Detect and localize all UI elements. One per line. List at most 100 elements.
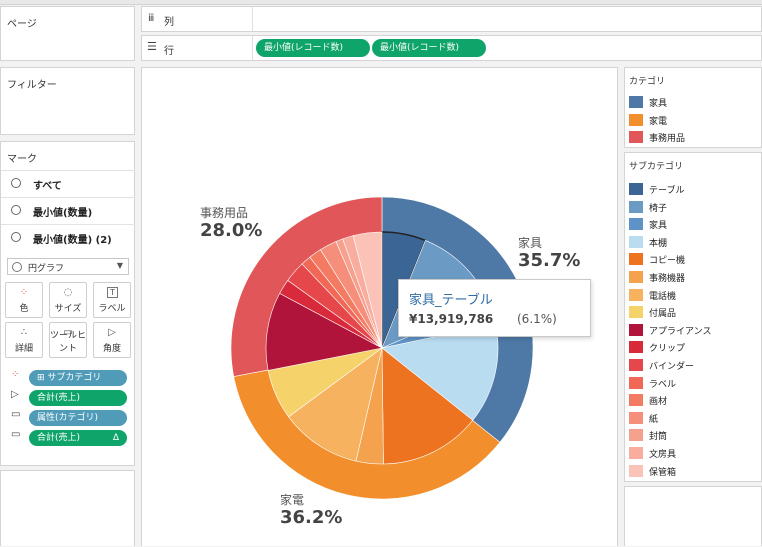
tooltip-value: ¥13,919,786 bbox=[409, 312, 494, 326]
label-button[interactable]: T ラベル bbox=[93, 282, 131, 318]
legend-swatch bbox=[629, 359, 643, 371]
legend-label: 本棚 bbox=[649, 238, 668, 249]
detail-button-label: 詳細 bbox=[14, 344, 33, 354]
color-button[interactable]: ⁘ 色 bbox=[5, 282, 43, 318]
legend-label: 紙 bbox=[649, 414, 659, 425]
size-button-label: サイズ bbox=[54, 304, 82, 314]
pie-type-icon bbox=[12, 262, 22, 272]
legend-swatch bbox=[629, 235, 643, 248]
rows-icon: ☰ bbox=[147, 40, 157, 53]
legend-label: 封筒 bbox=[649, 432, 668, 443]
category-legend[interactable]: カテゴリ 家具 家電 事務用品 bbox=[624, 67, 762, 148]
label-furniture-pct: 35.7% bbox=[518, 250, 581, 271]
filters-panel[interactable]: フィルター bbox=[0, 67, 135, 135]
marks-layer-min-qty[interactable]: 最小値(数量) bbox=[1, 197, 135, 223]
legend-label: クリップ bbox=[649, 344, 686, 355]
marks-layer-min-qty-2[interactable]: 最小値(数量) (2) bbox=[1, 224, 135, 250]
label-button-label: ラベル bbox=[98, 304, 126, 314]
detail-button[interactable]: ∴ 詳細 bbox=[5, 322, 43, 358]
angle-button-label: 角度 bbox=[102, 344, 121, 354]
legend-swatch bbox=[629, 394, 643, 407]
legend-label: 電話機 bbox=[649, 291, 677, 302]
pages-title: ページ bbox=[7, 19, 37, 30]
size-icon: ◌ bbox=[63, 287, 73, 298]
chart-area: 事務用品 28.0% 家具 35.7% 家電 36.2% 家具_テーブル ¥13… bbox=[141, 67, 618, 546]
columns-label: 列 bbox=[164, 17, 174, 28]
left-empty-area bbox=[0, 470, 135, 546]
rows-pill-2[interactable]: 最小値(レコード数) bbox=[372, 39, 486, 57]
angle-button[interactable]: ▷ 角度 bbox=[93, 322, 131, 358]
legend-swatch bbox=[629, 218, 643, 231]
legend-swatch bbox=[629, 200, 643, 213]
delta-icon: Δ bbox=[112, 433, 119, 443]
marks-layer-label: 最小値(数量) bbox=[33, 208, 93, 219]
tooltip: 家具_テーブル ¥13,919,786 (6.1%) bbox=[398, 279, 591, 337]
tooltip-button[interactable]: ▭ ツールヒント bbox=[49, 322, 87, 358]
label-appliance-name: 家電 bbox=[280, 493, 305, 507]
rows-pill-1[interactable]: 最小値(レコード数) bbox=[256, 39, 370, 57]
pie-layer-icon bbox=[11, 205, 21, 215]
legend-swatch bbox=[629, 376, 643, 389]
tooltip-field-icon: ▭ bbox=[11, 409, 21, 420]
legend-label: 家具 bbox=[649, 99, 668, 109]
label-appliance-pct: 36.2% bbox=[280, 507, 343, 528]
right-empty-area bbox=[624, 486, 762, 546]
category-legend-title: カテゴリ bbox=[629, 77, 666, 87]
legend-label: 保管箱 bbox=[649, 467, 677, 478]
marks-title: マーク bbox=[7, 154, 37, 165]
legend-label: アプライアンス bbox=[649, 326, 712, 337]
mark-type-label: 円グラフ bbox=[28, 264, 65, 274]
angle-icon: ▷ bbox=[108, 327, 116, 338]
mark-type-select[interactable]: 円グラフ ▼ bbox=[7, 258, 129, 275]
angle-field-icon: ▷ bbox=[11, 389, 19, 400]
legend-label: バインダー bbox=[649, 362, 695, 372]
columns-icon: iii bbox=[148, 13, 154, 24]
size-button[interactable]: ◌ サイズ bbox=[49, 282, 87, 318]
legend-swatch bbox=[629, 341, 643, 354]
legend-label: 画材 bbox=[649, 397, 668, 408]
marks-layer-all[interactable]: すべて bbox=[1, 170, 135, 196]
legend-label: ラベル bbox=[649, 379, 677, 390]
marks-layer-label: すべて bbox=[33, 181, 62, 192]
legend-swatch bbox=[629, 323, 643, 336]
tooltip-pct: (6.1%) bbox=[517, 312, 557, 326]
columns-shelf[interactable]: iii 列 bbox=[141, 6, 762, 32]
legend-label: 付属品 bbox=[649, 309, 677, 320]
field-label: 合計(売上) bbox=[37, 393, 81, 403]
legend-label: 事務機器 bbox=[649, 274, 686, 284]
legend-label: 文房具 bbox=[649, 450, 677, 460]
field-category-tooltip-pill[interactable]: 属性(カテゴリ) bbox=[29, 410, 127, 426]
field-subcategory-pill[interactable]: ⊞ サブカテゴリ bbox=[29, 370, 127, 386]
label-office-name: 事務用品 bbox=[200, 206, 249, 220]
rows-label: 行 bbox=[164, 46, 174, 57]
field-label: サブカテゴリ bbox=[47, 373, 102, 383]
subcategory-legend[interactable]: サブカテゴリ テーブル 椅子 家具 本棚 コピー機 事務機器 電話機 付属品 アプライアンス クリ… bbox=[624, 152, 762, 482]
legend-swatch bbox=[629, 447, 643, 459]
marks-panel: マーク すべて 最小値(数量) 最小値(数量) (2) 円グラフ ▼ ⁘ 色 ◌… bbox=[0, 141, 135, 466]
field-sales-tooltip-pill[interactable]: 合計(売上) Δ bbox=[29, 430, 127, 446]
legend-swatch bbox=[629, 183, 643, 195]
label-office-pct: 28.0% bbox=[200, 220, 263, 241]
filters-title: フィルター bbox=[7, 80, 57, 91]
legend-swatch bbox=[629, 429, 643, 442]
rows-divider bbox=[252, 36, 253, 60]
legend-swatch bbox=[629, 464, 643, 477]
tooltip-title: 家具_テーブル bbox=[409, 293, 493, 308]
rows-shelf[interactable]: ☰ 行 最小値(レコード数) 最小値(レコード数) bbox=[141, 35, 762, 61]
marks-layer-label: 最小値(数量) (2) bbox=[33, 235, 112, 246]
legend-swatch bbox=[629, 288, 643, 301]
field-sales-angle-pill[interactable]: 合計(売上) bbox=[29, 390, 127, 406]
tooltip-field-icon: ▭ bbox=[11, 429, 21, 440]
legend-swatch bbox=[629, 411, 643, 424]
pages-panel[interactable]: ページ bbox=[0, 6, 135, 61]
subcategory-legend-title: サブカテゴリ bbox=[629, 162, 684, 172]
legend-label: 事務用品 bbox=[649, 134, 686, 145]
legend-swatch bbox=[629, 96, 643, 108]
expand-icon: ⊞ bbox=[37, 373, 48, 383]
legend-label: 椅子 bbox=[649, 203, 668, 214]
legend-swatch bbox=[629, 131, 643, 144]
label-furniture-name: 家具 bbox=[518, 236, 543, 250]
label-t-icon: T bbox=[107, 287, 118, 298]
top-strip bbox=[0, 0, 762, 5]
field-label: 属性(カテゴリ) bbox=[37, 413, 99, 423]
